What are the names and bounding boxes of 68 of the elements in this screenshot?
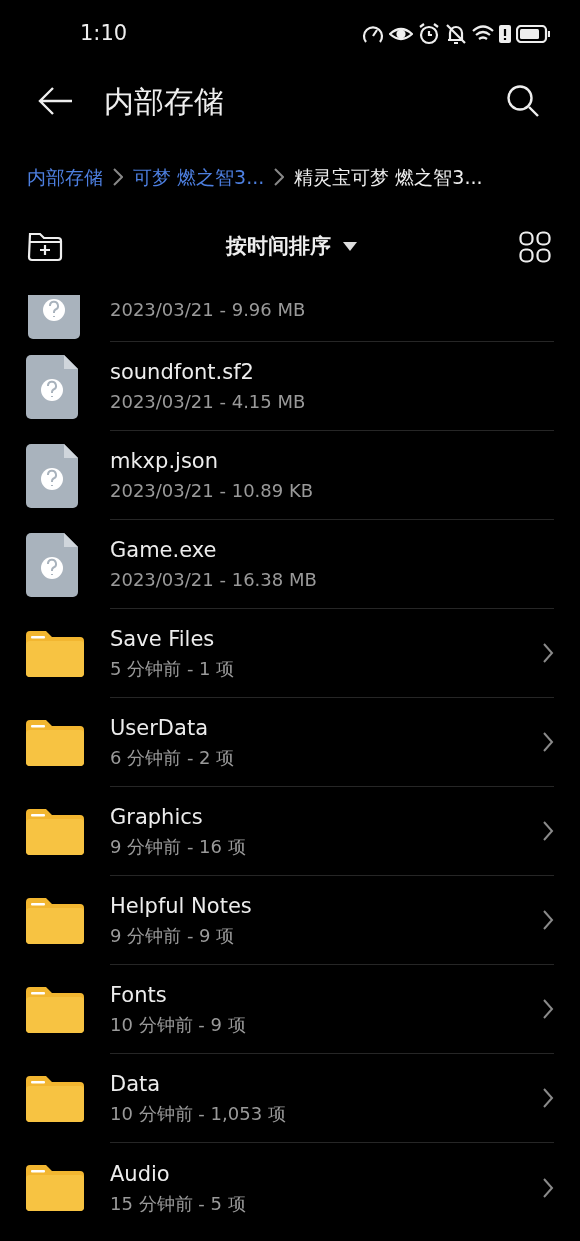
folder-row[interactable]: Save Files 5 分钟前 - 1 项: [0, 609, 580, 698]
alarm-clock-icon: [418, 23, 440, 45]
breadcrumb-item[interactable]: 精灵宝可梦 燃之智3...: [294, 162, 483, 192]
item-name: mkxp.json: [110, 448, 219, 474]
folder-icon: [26, 1164, 84, 1211]
eye-icon: [389, 26, 413, 42]
item-name: UserData: [110, 715, 209, 741]
item-name: Fonts: [110, 982, 168, 1008]
breadcrumb-item[interactable]: 可梦 燃之智3...: [133, 162, 265, 192]
item-details: 10 分钟前 - 9 项: [110, 1014, 247, 1036]
status-time: 1:10: [80, 20, 128, 48]
folder-icon: [26, 630, 84, 677]
folder-row[interactable]: Data 10 分钟前 - 1,053 项: [0, 1054, 580, 1143]
breadcrumb-item[interactable]: 内部存储: [27, 162, 103, 192]
unknown-file-icon: [26, 354, 78, 419]
unknown-file-icon: [28, 295, 80, 339]
file-row[interactable]: soundfont.sf2 2023/03/21 - 4.15 MB: [0, 342, 580, 431]
folder-row[interactable]: Helpful Notes 9 分钟前 - 9 项: [0, 876, 580, 965]
item-details: 2023/03/21 - 16.38 MB: [110, 569, 318, 591]
chevron-right-icon: [274, 167, 285, 187]
item-details: 2023/03/21 - 10.89 KB: [110, 480, 315, 502]
item-name: Helpful Notes: [110, 893, 253, 919]
item-details: 9 分钟前 - 9 项: [110, 925, 236, 947]
chevron-right-icon: [542, 820, 554, 842]
folder-icon: [26, 1075, 84, 1122]
sort-button[interactable]: 按时间排序: [225, 231, 357, 263]
item-details: 6 分钟前 - 2 项: [110, 747, 236, 769]
unknown-file-icon: [26, 443, 78, 508]
item-details: 2023/03/21 - 4.15 MB: [110, 391, 307, 413]
item-details: 10 分钟前 - 1,053 项: [110, 1103, 287, 1125]
file-row[interactable]: mkxp.json 2023/03/21 - 10.89 KB: [0, 431, 580, 520]
battery-icon: [516, 25, 550, 43]
sim-alert-icon: [499, 24, 511, 44]
new-folder-icon[interactable]: [27, 232, 63, 262]
folder-icon: [26, 808, 84, 855]
chevron-right-icon: [542, 998, 554, 1020]
file-details: 2023/03/21 - 9.96 MB: [110, 298, 306, 322]
folder-icon: [26, 719, 84, 766]
folder-row[interactable]: Fonts 10 分钟前 - 9 项: [0, 965, 580, 1054]
folder-icon: [26, 986, 84, 1033]
folder-icon: [26, 897, 84, 944]
folder-row[interactable]: UserData 6 分钟前 - 2 项: [0, 698, 580, 787]
chevron-right-icon: [542, 642, 554, 664]
item-details: 5 分钟前 - 1 项: [110, 658, 236, 680]
item-details: 15 分钟前 - 5 项: [110, 1192, 247, 1215]
chevron-right-icon: [542, 1087, 554, 1109]
dropdown-caret-icon: [342, 242, 357, 252]
back-arrow-icon[interactable]: [38, 86, 74, 116]
unknown-file-icon: [26, 532, 78, 597]
chevron-right-icon: [542, 1176, 554, 1199]
item-name: Data: [110, 1071, 162, 1097]
folder-row[interactable]: Graphics 9 分钟前 - 16 项: [0, 787, 580, 876]
chevron-right-icon: [113, 167, 123, 187]
page-title: 内部存储: [104, 82, 225, 121]
item-name: Graphics: [110, 804, 204, 830]
item-details: 9 分钟前 - 16 项: [110, 836, 247, 858]
chevron-right-icon: [542, 731, 554, 753]
speedometer-icon: [362, 23, 384, 45]
folder-row[interactable]: Audio 15 分钟前 - 5 项: [0, 1143, 580, 1232]
item-name: Game.exe: [110, 537, 218, 563]
item-name: Save Files: [110, 626, 216, 652]
chevron-right-icon: [542, 909, 554, 931]
item-name: soundfont.sf2: [110, 359, 255, 385]
file-row[interactable]: Game.exe 2023/03/21 - 16.38 MB: [0, 520, 580, 609]
grid-view-icon[interactable]: [519, 231, 551, 263]
muted-bell-icon: [445, 23, 467, 45]
search-icon[interactable]: [506, 84, 540, 118]
item-name: Audio: [110, 1160, 171, 1187]
